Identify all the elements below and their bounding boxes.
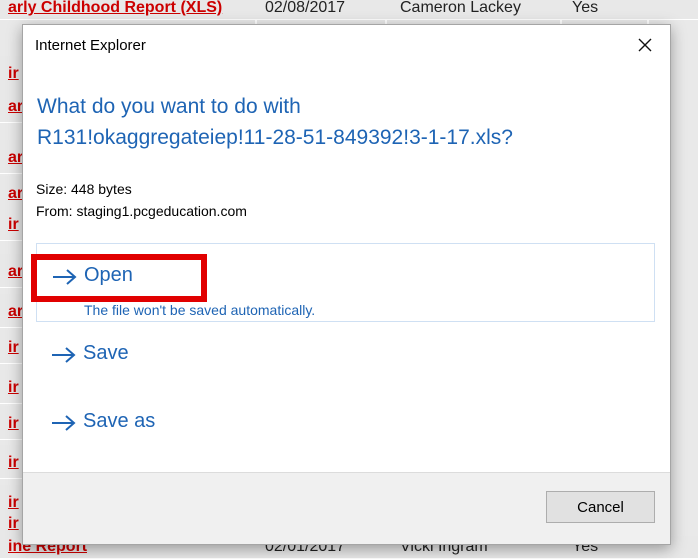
save-option[interactable]: Save — [36, 335, 655, 375]
close-icon — [638, 38, 652, 52]
table-row: ar — [0, 140, 23, 174]
table-row: ar — [0, 176, 23, 210]
table-row: ir — [0, 330, 22, 364]
cancel-button[interactable]: Cancel — [546, 491, 655, 523]
report-link[interactable]: ir — [8, 338, 19, 371]
file-info: Size: 448 bytes From: staging1.pcgeducat… — [36, 178, 247, 222]
table-row: ir — [0, 445, 22, 479]
table-row: ar — [0, 254, 23, 288]
arrow-right-icon — [52, 415, 76, 431]
dialog-footer: Cancel — [23, 472, 670, 544]
close-button[interactable] — [634, 34, 656, 56]
report-link[interactable]: ir — [8, 453, 19, 486]
open-description: The file won't be saved automatically. — [84, 302, 316, 318]
save-label: Save — [83, 342, 129, 364]
table-row: ar — [0, 294, 23, 328]
arrow-right-icon — [52, 347, 76, 363]
report-link[interactable]: ar — [8, 262, 23, 295]
highlight-box — [31, 254, 207, 302]
table-row: arly Childhood Report (XLS) 02/08/2017 C… — [0, 0, 698, 20]
dialog-question: What do you want to do with R131!okaggre… — [37, 91, 652, 153]
table-row: ir — [0, 56, 22, 90]
save-as-option[interactable]: Save as — [36, 403, 655, 443]
report-link[interactable]: ar — [8, 97, 23, 130]
table-row: ar — [0, 89, 23, 123]
file-size: Size: 448 bytes — [36, 181, 132, 197]
download-dialog: Internet Explorer What do you want to do… — [22, 24, 671, 545]
table-row: ir — [0, 207, 22, 241]
dialog-title: Internet Explorer — [35, 37, 146, 54]
question-line-1: What do you want to do with — [37, 95, 301, 118]
question-line-2: R131!okaggregateiep!11-28-51-849392!3-1-… — [37, 126, 513, 149]
report-link[interactable]: ir — [8, 215, 19, 248]
report-link[interactable]: ir — [8, 414, 19, 447]
file-source: From: staging1.pcgeducation.com — [36, 203, 247, 219]
save-as-label: Save as — [83, 410, 156, 432]
table-row: ir — [0, 406, 22, 440]
table-row: ir — [0, 370, 22, 404]
